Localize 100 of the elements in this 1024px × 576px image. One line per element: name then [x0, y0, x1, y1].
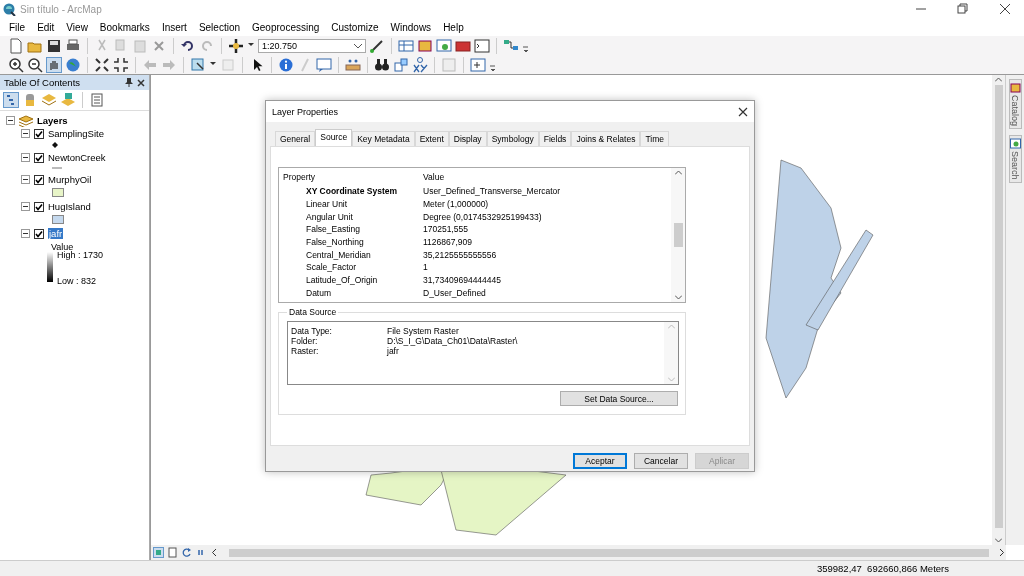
chevron-up-icon[interactable]	[674, 170, 682, 175]
checked-checkbox[interactable]	[34, 128, 44, 139]
viewer-window-icon[interactable]	[470, 56, 486, 73]
column-header[interactable]: Property	[279, 171, 419, 182]
checked-checkbox[interactable]	[34, 152, 44, 163]
vertical-scrollbar[interactable]	[671, 168, 685, 302]
column-header[interactable]: Value	[419, 171, 671, 182]
list-by-visibility-icon[interactable]	[41, 92, 57, 108]
scale-dropdown[interactable]: 1:20.750	[258, 38, 366, 53]
window-title: Sin título - ArcMap	[20, 3, 103, 15]
layout-view-icon[interactable]	[167, 547, 178, 558]
chevron-right-icon[interactable]	[998, 547, 1006, 558]
layer-name[interactable]: jafr	[48, 228, 64, 239]
property-cell-text: False_Northing	[305, 237, 365, 248]
value-cell-text: 170251,555	[422, 224, 469, 235]
fixed-zoom-in-icon[interactable]	[94, 56, 110, 73]
value-cell-text: Meter (1,000000)	[422, 199, 490, 210]
vertical-scrollbar[interactable]	[992, 75, 1005, 545]
collapse-icon[interactable]	[21, 129, 30, 138]
restore-icon[interactable]	[957, 3, 969, 15]
tab[interactable]: Time	[640, 131, 669, 146]
refresh-icon[interactable]	[181, 547, 192, 558]
chevron-down-icon[interactable]	[674, 295, 682, 300]
value-cell-text: D_User_Defined	[422, 287, 487, 298]
close-icon[interactable]	[738, 106, 748, 117]
value-cell-text: 1	[422, 262, 429, 273]
tab[interactable]: Joins & Relates	[571, 131, 641, 146]
search-icon	[1009, 138, 1021, 150]
menu-item[interactable]: Geoprocessing	[246, 21, 326, 33]
value-cell-text: 1126867,909	[422, 237, 473, 248]
collapse-icon[interactable]	[21, 202, 30, 211]
list-by-selection-icon[interactable]	[60, 92, 76, 108]
fixed-zoom-out-icon[interactable]	[113, 56, 129, 73]
info-label: Folder:	[291, 336, 319, 346]
tab[interactable]: Fields	[538, 131, 572, 146]
menu-item[interactable]: File	[3, 21, 32, 33]
menu-item[interactable]: View	[60, 21, 94, 33]
dialog-button[interactable]: Cancelar	[634, 453, 688, 469]
info-icon[interactable]	[278, 56, 294, 73]
collapse-icon[interactable]	[21, 175, 30, 184]
editor-icon[interactable]	[369, 37, 385, 54]
select-features-icon[interactable]	[190, 56, 206, 73]
scroll-thumb[interactable]	[673, 223, 683, 247]
menu-item[interactable]: Customize	[325, 21, 385, 33]
group-title: Data Source	[288, 307, 338, 317]
list-by-drawing-order-icon[interactable]	[3, 92, 19, 108]
search-window-icon[interactable]	[436, 37, 452, 54]
layer-name[interactable]: NewtonCreek	[48, 152, 106, 163]
menu-item[interactable]: Selection	[192, 21, 247, 33]
property-cell-text: XY Coordinate System	[305, 186, 398, 197]
property-cell-text: Scale_Factor	[305, 262, 358, 273]
tab[interactable]: Display	[448, 131, 487, 146]
layer-name[interactable]: HugIsland	[48, 201, 91, 212]
tab[interactable]: Symbology	[486, 131, 539, 146]
save-icon[interactable]	[46, 37, 62, 54]
dock-tab[interactable]: Catalog	[1008, 79, 1022, 130]
layer-name[interactable]: MurphyOil	[48, 174, 92, 185]
zoom-in-icon[interactable]	[8, 56, 24, 73]
dialog-button[interactable]: Aceptar	[573, 453, 627, 469]
layer-name[interactable]: SamplingSite	[48, 128, 104, 139]
collapse-icon[interactable]	[6, 116, 15, 125]
value-cell-text: 31,73409694444445	[422, 275, 502, 286]
tab[interactable]: General	[275, 131, 316, 146]
legend-label: High : 1730	[57, 250, 104, 260]
collapse-icon[interactable]	[21, 153, 30, 162]
menu-item[interactable]: Insert	[155, 21, 193, 33]
menu-item[interactable]: Edit	[31, 21, 61, 33]
menu-item[interactable]: Help	[437, 21, 470, 33]
route-icon[interactable]	[393, 56, 409, 73]
tab[interactable]: Extent	[414, 131, 449, 146]
binoculars-icon[interactable]	[374, 56, 390, 73]
globe-icon[interactable]	[65, 56, 81, 73]
dock-tab[interactable]: Search	[1008, 135, 1022, 183]
close-icon[interactable]	[137, 78, 145, 87]
tab[interactable]: Key Metadata	[352, 131, 415, 146]
collapse-icon[interactable]	[21, 229, 30, 238]
checked-checkbox[interactable]	[34, 174, 44, 185]
go-to-xy-icon[interactable]	[412, 56, 428, 73]
checked-checkbox[interactable]	[34, 228, 44, 239]
property-cell-text: Datum	[305, 287, 333, 298]
set-data-source-button[interactable]: Set Data Source...	[560, 391, 678, 406]
pin-icon[interactable]	[125, 78, 133, 87]
zoom-out-icon[interactable]	[27, 56, 43, 73]
layer-group-name[interactable]: Layers	[37, 115, 68, 126]
html-popup-icon[interactable]	[316, 56, 332, 73]
table-icon[interactable]	[398, 37, 414, 54]
menu-item[interactable]: Bookmarks	[93, 21, 156, 33]
add-data-icon[interactable]	[228, 37, 244, 54]
horizontal-scrollbar[interactable]	[229, 548, 989, 557]
catalog-icon[interactable]	[417, 37, 433, 54]
menu-item[interactable]: Windows	[384, 21, 438, 33]
tab[interactable]: Source	[315, 129, 353, 146]
chevron-down-icon[interactable]	[995, 538, 1002, 543]
line-symbol	[52, 166, 62, 170]
command-window-icon[interactable]	[474, 37, 490, 54]
checked-checkbox[interactable]	[34, 201, 44, 212]
property-cell-text: Latitude_Of_Origin	[305, 275, 379, 286]
chevron-up-icon[interactable]	[995, 77, 1002, 82]
value-cell-text: 35,2125555555556	[422, 249, 498, 260]
close-icon[interactable]	[999, 3, 1011, 15]
